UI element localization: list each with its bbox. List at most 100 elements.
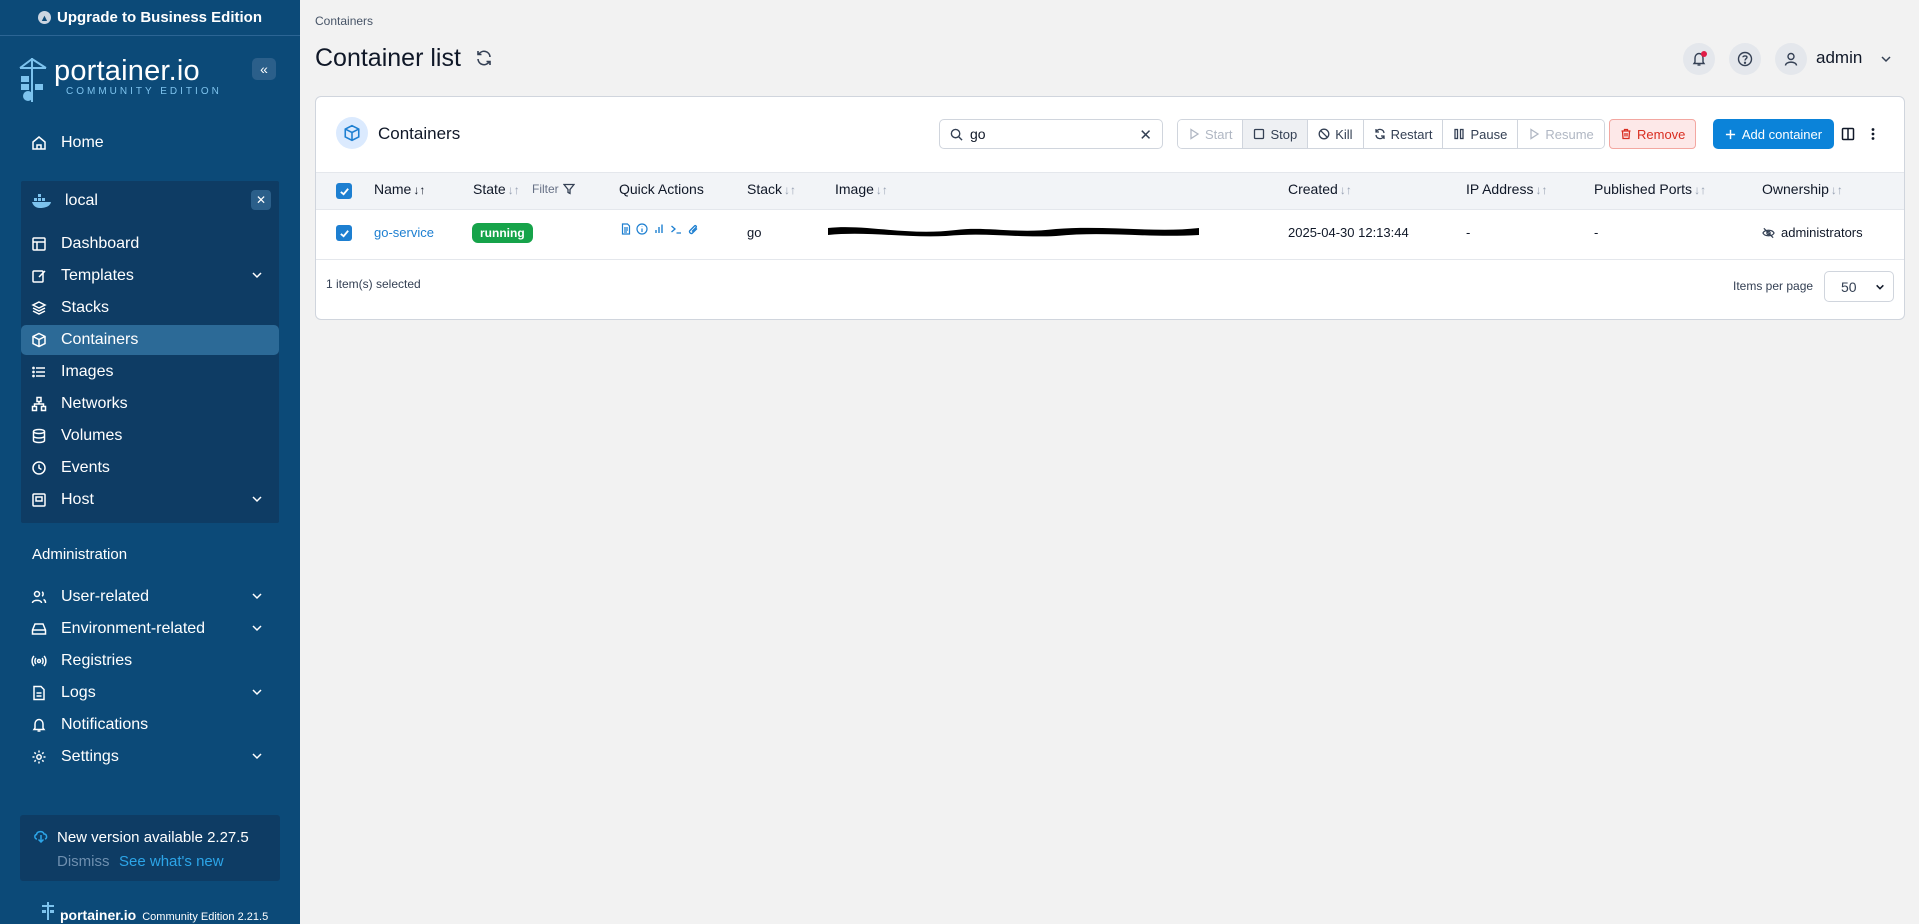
stop-button[interactable]: Stop xyxy=(1243,120,1309,148)
logs-icon[interactable] xyxy=(620,223,632,235)
sidebar-item-label: Dashboard xyxy=(61,235,140,252)
refresh-icon[interactable] xyxy=(475,49,493,67)
sidebar-item-networks[interactable]: Networks xyxy=(21,389,279,419)
items-per-page-value: 50 xyxy=(1841,278,1857,295)
docker-icon xyxy=(32,194,51,208)
close-environment-button[interactable]: ✕ xyxy=(251,190,271,210)
pause-button[interactable]: Pause xyxy=(1443,120,1519,148)
sort-icon: ↓↑ xyxy=(1339,183,1352,197)
remove-label: Remove xyxy=(1637,126,1686,142)
sidebar-item-templates[interactable]: Templates xyxy=(21,261,279,291)
sidebar-item-label: Events xyxy=(61,459,110,476)
kill-button[interactable]: Kill xyxy=(1308,120,1364,148)
column-name[interactable]: Name ↓↑ xyxy=(374,181,425,197)
inspect-icon[interactable] xyxy=(636,223,648,235)
sidebar-item-label: Notifications xyxy=(61,716,149,733)
list-icon xyxy=(32,366,45,378)
state-filter[interactable]: Filter xyxy=(532,182,575,196)
sidebar-item-label: User-related xyxy=(61,588,150,605)
chevron-down-icon xyxy=(252,625,262,632)
column-name-label: Name xyxy=(374,181,412,197)
column-published-ports[interactable]: Published Ports ↓↑ xyxy=(1594,181,1706,197)
add-container-button[interactable]: Add container xyxy=(1713,119,1834,149)
chevron-down-icon xyxy=(252,753,262,760)
row-checkbox[interactable] xyxy=(336,225,352,241)
column-created[interactable]: Created ↓↑ xyxy=(1288,181,1352,197)
column-image[interactable]: Image ↓↑ xyxy=(835,181,888,197)
dismiss-link[interactable]: Dismiss xyxy=(57,853,110,870)
breadcrumb[interactable]: Containers xyxy=(315,14,373,28)
sidebar-item-volumes[interactable]: Volumes xyxy=(21,421,279,451)
column-ownership[interactable]: Ownership ↓↑ xyxy=(1762,181,1843,197)
start-button[interactable]: Start xyxy=(1178,120,1244,148)
help-button[interactable] xyxy=(1729,43,1761,75)
sidebar-item-host[interactable]: Host xyxy=(21,485,279,515)
layers-icon xyxy=(31,301,47,315)
sidebar-item-label: Containers xyxy=(61,331,139,348)
sidebar-item-label: Networks xyxy=(61,395,128,412)
sidebar-item-images[interactable]: Images xyxy=(21,357,279,387)
columns-icon[interactable] xyxy=(1841,126,1855,142)
stats-icon[interactable] xyxy=(653,223,665,235)
filter-label: Filter xyxy=(532,182,559,196)
sidebar-item-events[interactable]: Events xyxy=(21,453,279,483)
sort-icon: ↓↑ xyxy=(1694,183,1707,197)
column-ip-address[interactable]: IP Address ↓↑ xyxy=(1466,181,1547,197)
sidebar-item-containers[interactable]: Containers xyxy=(21,325,279,355)
column-state[interactable]: State ↓↑ xyxy=(473,181,520,197)
environment-header[interactable]: local xyxy=(31,186,276,216)
notifications-button[interactable] xyxy=(1683,43,1715,75)
container-name-link[interactable]: go-service xyxy=(374,225,434,240)
sidebar-item-label: Environment-related xyxy=(61,620,206,637)
remove-group: Remove xyxy=(1609,119,1697,149)
update-title: New version available 2.27.5 xyxy=(57,829,249,846)
sidebar-item-home[interactable]: Home xyxy=(21,128,279,158)
sidebar-item-label: Registries xyxy=(61,652,133,669)
clear-search-icon[interactable]: ✕ xyxy=(1139,126,1152,144)
chevron-down-icon xyxy=(1876,284,1884,290)
restart-label: Restart xyxy=(1390,126,1433,142)
whats-new-link[interactable]: See what's new xyxy=(119,853,224,870)
column-ownership-label: Ownership xyxy=(1762,181,1829,197)
select-all-checkbox[interactable] xyxy=(336,183,352,199)
resume-button[interactable]: Resume xyxy=(1518,120,1604,148)
check-icon xyxy=(339,229,349,238)
sidebar-item-dashboard[interactable]: Dashboard xyxy=(21,229,279,259)
play-icon xyxy=(1530,128,1540,140)
column-quick-actions: Quick Actions xyxy=(619,181,704,197)
more-vertical-icon[interactable] xyxy=(1866,126,1880,142)
username[interactable]: admin xyxy=(1816,48,1862,68)
brand-logo[interactable]: portainer.io COMMUNITY EDITION xyxy=(18,56,222,104)
clock-icon xyxy=(32,461,46,475)
user-avatar[interactable] xyxy=(1775,43,1807,75)
sidebar-item-logs[interactable]: Logs xyxy=(21,678,279,708)
sidebar-item-label: Images xyxy=(61,363,114,380)
environment-name: local xyxy=(65,192,98,209)
sidebar-item-registries[interactable]: Registries xyxy=(21,646,279,676)
sidebar-item-stacks[interactable]: Stacks xyxy=(21,293,279,323)
upgrade-banner[interactable]: ▲ Upgrade to Business Edition xyxy=(0,0,300,36)
pause-label: Pause xyxy=(1470,126,1508,142)
column-stack[interactable]: Stack ↓↑ xyxy=(747,181,796,197)
sort-icon: ↓↑ xyxy=(1535,183,1548,197)
sidebar-item-settings[interactable]: Settings xyxy=(21,742,279,772)
sidebar-item-label: Stacks xyxy=(61,299,110,316)
user-icon xyxy=(1784,52,1798,66)
sidebar-item-environment-related[interactable]: Environment-related xyxy=(21,614,279,644)
sort-icon: ↓↑ xyxy=(875,183,888,197)
console-icon[interactable] xyxy=(670,223,682,235)
attach-icon[interactable] xyxy=(687,223,699,235)
sidebar-item-label: Logs xyxy=(61,684,96,701)
brand-name: portainer.io xyxy=(54,55,200,87)
sidebar-item-notifications[interactable]: Notifications xyxy=(21,710,279,740)
collapse-sidebar-button[interactable]: « xyxy=(252,58,276,80)
users-icon xyxy=(31,590,47,604)
box-icon xyxy=(32,332,46,348)
items-per-page-select[interactable]: 50 xyxy=(1824,271,1894,302)
remove-button[interactable]: Remove xyxy=(1609,119,1697,149)
chevron-down-icon[interactable] xyxy=(1880,53,1892,65)
restart-button[interactable]: Restart xyxy=(1363,120,1444,148)
status-badge: running xyxy=(472,223,533,243)
sidebar-item-user-related[interactable]: User-related xyxy=(21,582,279,612)
search-input[interactable] xyxy=(970,126,1130,142)
